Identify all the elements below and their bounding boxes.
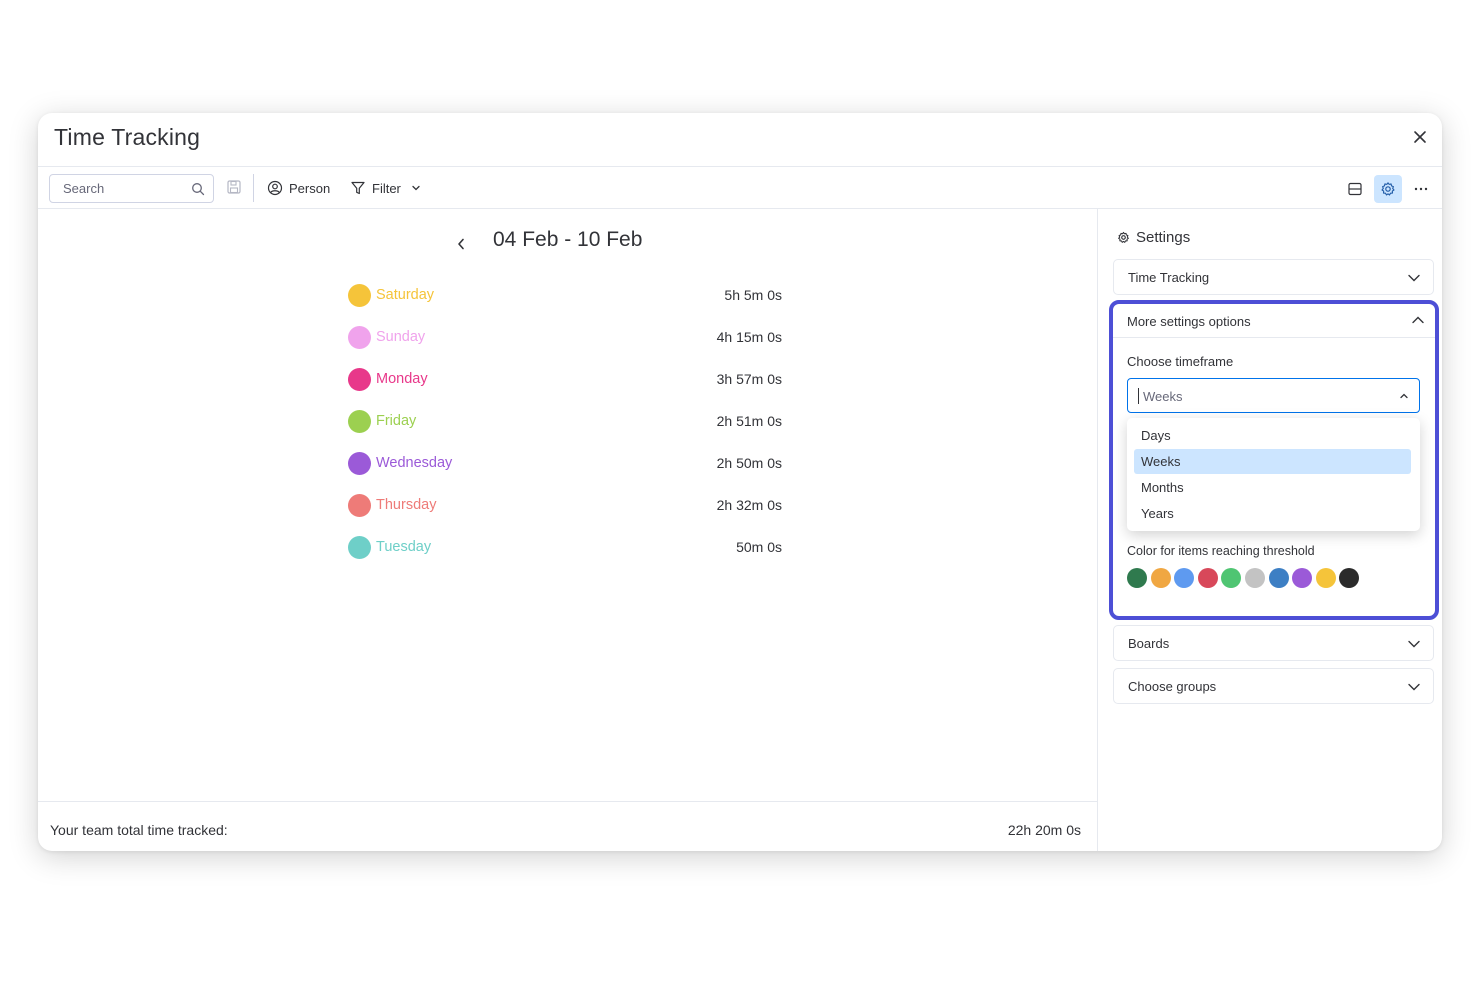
close-icon[interactable] bbox=[1410, 127, 1430, 147]
color-swatch[interactable] bbox=[1292, 568, 1313, 588]
more-settings-label: More settings options bbox=[1127, 314, 1251, 329]
time-tracking-accordion[interactable]: Time Tracking bbox=[1113, 259, 1434, 295]
day-time: 50m 0s bbox=[736, 539, 782, 555]
person-filter-button[interactable]: Person bbox=[267, 174, 330, 202]
filter-icon bbox=[351, 181, 365, 195]
chevron-down-icon[interactable] bbox=[411, 183, 421, 193]
timeframe-option-days[interactable]: Days bbox=[1134, 423, 1411, 448]
chevron-down-icon bbox=[1408, 683, 1420, 691]
day-row: Thursday 2h 32m 0s bbox=[348, 492, 782, 520]
save-view-icon[interactable] bbox=[226, 179, 242, 200]
color-swatch[interactable] bbox=[1315, 568, 1336, 588]
date-range-title: 04 Feb - 10 Feb bbox=[493, 228, 643, 251]
day-color-dot bbox=[348, 410, 371, 433]
day-color-dot bbox=[348, 494, 371, 517]
timeframe-label: Choose timeframe bbox=[1127, 354, 1234, 369]
more-options-icon[interactable] bbox=[1407, 175, 1435, 203]
color-swatch[interactable] bbox=[1150, 568, 1171, 588]
search-input[interactable] bbox=[63, 181, 183, 196]
day-name: Saturday bbox=[376, 287, 435, 303]
timeframe-option-years[interactable]: Years bbox=[1134, 501, 1411, 526]
day-name: Sunday bbox=[376, 329, 426, 345]
choose-groups-accordion[interactable]: Choose groups bbox=[1113, 668, 1434, 704]
day-row: Wednesday 2h 50m 0s bbox=[348, 450, 782, 478]
choose-groups-accordion-label: Choose groups bbox=[1128, 679, 1217, 694]
day-time: 2h 32m 0s bbox=[716, 497, 782, 513]
day-name: Friday bbox=[376, 413, 417, 429]
modal-title: Time Tracking bbox=[54, 124, 201, 150]
day-row: Saturday 5h 5m 0s bbox=[348, 282, 782, 310]
day-time: 2h 51m 0s bbox=[716, 413, 782, 429]
total-footer: Your team total time tracked: 22h 20m 0s bbox=[38, 801, 1098, 851]
previous-week-button[interactable] bbox=[446, 233, 476, 255]
color-swatch[interactable] bbox=[1174, 568, 1195, 588]
toolbar-divider bbox=[253, 174, 254, 202]
timeframe-option-months[interactable]: Months bbox=[1134, 475, 1411, 500]
day-name: Thursday bbox=[376, 497, 437, 513]
chevron-up-icon[interactable] bbox=[1411, 313, 1425, 327]
modal-header: Time Tracking bbox=[38, 113, 1442, 167]
total-label: Your team total time tracked: bbox=[50, 822, 228, 838]
day-color-dot bbox=[348, 536, 371, 559]
total-time-value: 22h 20m 0s bbox=[1007, 822, 1081, 838]
timeframe-dropdown: Days Weeks Months Years bbox=[1127, 418, 1420, 531]
color-swatch[interactable] bbox=[1197, 568, 1218, 588]
layout-icon[interactable] bbox=[1341, 175, 1369, 203]
person-icon bbox=[267, 180, 283, 196]
timeframe-value: Weeks bbox=[1143, 389, 1183, 404]
color-swatch[interactable] bbox=[1245, 568, 1265, 588]
day-row: Friday 2h 51m 0s bbox=[348, 408, 782, 436]
settings-panel: Settings Time Tracking More settings opt… bbox=[1099, 209, 1442, 851]
day-time: 5h 5m 0s bbox=[724, 287, 782, 303]
color-swatch[interactable] bbox=[1339, 568, 1360, 588]
color-swatch[interactable] bbox=[1127, 568, 1147, 588]
boards-accordion-label: Boards bbox=[1128, 636, 1170, 651]
color-swatch[interactable] bbox=[1221, 568, 1242, 588]
settings-title: Settings bbox=[1117, 229, 1190, 246]
day-row: Sunday 4h 15m 0s bbox=[348, 324, 782, 352]
day-name: Wednesday bbox=[376, 455, 453, 471]
chevron-left-icon bbox=[458, 238, 464, 250]
day-time: 2h 50m 0s bbox=[716, 455, 782, 471]
chevron-down-icon bbox=[1408, 274, 1420, 282]
time-summary-area: 04 Feb - 10 Feb Saturday 5h 5m 0s Sunday 4h… bbox=[38, 209, 1098, 851]
day-row: Tuesday 50m 0s bbox=[348, 534, 782, 562]
text-cursor bbox=[1138, 388, 1139, 404]
day-color-dot bbox=[348, 368, 371, 391]
time-tracking-accordion-label: Time Tracking bbox=[1128, 270, 1210, 285]
day-color-dot bbox=[348, 284, 371, 307]
timeframe-option-weeks[interactable]: Weeks bbox=[1134, 449, 1411, 474]
day-time: 4h 15m 0s bbox=[716, 329, 782, 345]
search-box[interactable] bbox=[49, 174, 214, 203]
gear-icon bbox=[1118, 231, 1129, 243]
settings-title-label: Settings bbox=[1136, 229, 1191, 246]
color-swatch[interactable] bbox=[1268, 568, 1289, 588]
day-name: Monday bbox=[376, 371, 428, 387]
person-label: Person bbox=[289, 180, 331, 196]
boards-accordion[interactable]: Boards bbox=[1113, 625, 1434, 661]
day-time: 3h 57m 0s bbox=[716, 371, 782, 387]
chevron-down-icon bbox=[1408, 640, 1420, 648]
toolbar: Person Filter bbox=[38, 167, 1442, 209]
search-icon[interactable] bbox=[191, 182, 205, 201]
threshold-color-label: Color for items reaching threshold bbox=[1127, 544, 1315, 558]
time-tracking-modal: Time Tracking Person Filter bbox=[38, 113, 1442, 851]
day-row: Monday 3h 57m 0s bbox=[348, 366, 782, 394]
chevron-up-icon[interactable] bbox=[1399, 391, 1409, 401]
day-name: Tuesday bbox=[376, 539, 432, 555]
filter-label: Filter bbox=[372, 180, 401, 196]
timeframe-select[interactable]: Weeks bbox=[1127, 378, 1420, 413]
settings-gear-icon[interactable] bbox=[1374, 175, 1402, 203]
more-settings-panel: More settings options Choose timeframe W… bbox=[1109, 300, 1439, 620]
day-color-dot bbox=[348, 452, 371, 475]
more-settings-header[interactable]: More settings options bbox=[1113, 304, 1435, 338]
day-color-dot bbox=[348, 326, 371, 349]
filter-button[interactable]: Filter bbox=[350, 174, 421, 202]
